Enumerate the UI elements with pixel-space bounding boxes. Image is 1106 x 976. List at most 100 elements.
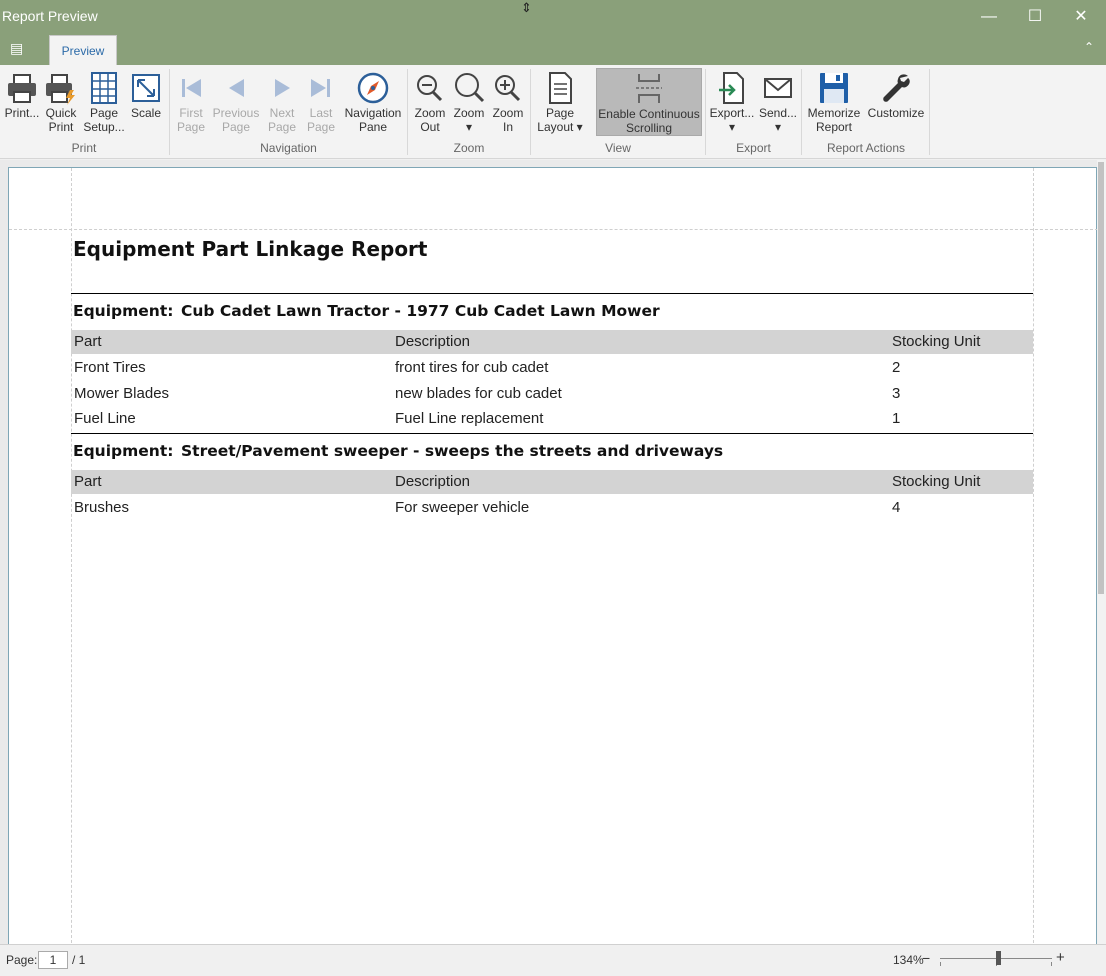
mouse-cursor-icon: ⇕	[521, 0, 532, 15]
close-button[interactable]: ✕	[1058, 0, 1104, 34]
vertical-scrollbar[interactable]	[1097, 160, 1106, 944]
previous-page-button[interactable]: Previous Page	[212, 68, 260, 140]
column-part: Part	[74, 333, 102, 350]
group-navigation-label: Navigation	[260, 141, 317, 155]
last-page-label: Last Page	[306, 106, 336, 134]
zoom-level: 134%	[893, 953, 924, 967]
page-setup-label: Page Setup...	[83, 106, 125, 134]
zoom-plus-button[interactable]: +	[1056, 949, 1065, 966]
zoom-label: Zoom ▾	[453, 106, 485, 134]
first-page-label: First Page	[176, 106, 206, 134]
page-total: / 1	[72, 953, 86, 967]
envelope-icon	[764, 78, 792, 98]
column-description: Description	[395, 473, 471, 490]
group-export-label: Export	[736, 141, 771, 155]
previous-page-icon	[229, 79, 244, 97]
group-print-label: Print	[71, 141, 97, 155]
last-page-icon	[311, 79, 330, 97]
group-zoom-label: Zoom	[453, 141, 485, 155]
stocking-unit-cell: 4	[892, 499, 901, 516]
send-label: Send... ▾	[758, 106, 798, 134]
continuous-scrolling-label: Enable Continuous Scrolling	[598, 107, 700, 135]
print-button[interactable]: Print...	[4, 68, 40, 140]
memorize-report-button[interactable]: Memorize Report	[805, 68, 863, 140]
table-row: Fuel Line Fuel Line replacement 1	[71, 407, 1033, 431]
part-cell: Front Tires	[74, 359, 146, 376]
column-header-row: Part Description Stocking Unit	[71, 470, 1033, 494]
print-label: Print...	[4, 106, 40, 120]
zoom-button[interactable]: Zoom ▾	[450, 68, 488, 140]
ribbon: Print... Quick Print Page Setup... Scale…	[0, 65, 1106, 159]
page-layout-button[interactable]: Page Layout ▾	[533, 68, 587, 140]
export-icon	[719, 72, 744, 104]
preview-area[interactable]: Equipment Part Linkage Report Equipment:…	[0, 160, 1106, 958]
zoom-out-icon	[417, 75, 443, 102]
next-page-icon	[275, 79, 290, 97]
first-page-button[interactable]: First Page	[172, 68, 210, 140]
description-cell: front tires for cub cadet	[395, 359, 549, 376]
equipment-name: Street/Pavement sweeper - sweeps the str…	[181, 442, 724, 460]
stocking-unit-cell: 1	[892, 410, 901, 427]
export-label: Export... ▾	[709, 106, 755, 134]
send-button[interactable]: Send... ▾	[758, 68, 798, 140]
zoom-out-label: Zoom Out	[414, 106, 446, 134]
customize-button[interactable]: Customize	[866, 68, 926, 140]
scrollbar-thumb[interactable]	[1098, 162, 1104, 594]
next-page-button[interactable]: Next Page	[262, 68, 302, 140]
page-label: Page:	[6, 953, 38, 967]
wrench-icon	[883, 74, 910, 102]
part-cell: Brushes	[74, 499, 130, 516]
page-number-input[interactable]: 1	[38, 951, 68, 969]
page-layout-label: Page Layout ▾	[537, 106, 583, 134]
table-row: Front Tires front tires for cub cadet 2	[71, 356, 1033, 380]
page-setup-button[interactable]: Page Setup...	[82, 68, 126, 140]
margin-guide-right	[1033, 168, 1034, 958]
window-title: Report Preview	[2, 8, 98, 24]
part-cell: Fuel Line	[74, 410, 136, 427]
zoom-slider-tick	[940, 962, 941, 966]
stocking-unit-cell: 3	[892, 385, 901, 402]
minimize-button[interactable]: —	[966, 0, 1012, 34]
description-cell: For sweeper vehicle	[395, 499, 530, 516]
quick-print-button[interactable]: Quick Print	[42, 68, 80, 140]
column-stocking-unit: Stocking Unit	[892, 473, 981, 490]
report-page: Equipment Part Linkage Report Equipment:…	[8, 167, 1098, 958]
app-menu-icon[interactable]: ▤	[10, 40, 34, 60]
collapse-ribbon-button[interactable]: ⌃	[1084, 40, 1094, 54]
last-page-button[interactable]: Last Page	[302, 68, 340, 140]
zoom-out-button[interactable]: Zoom Out	[410, 68, 450, 140]
title-bar: Report Preview ⇕ — ☐ ✕	[0, 0, 1106, 34]
equipment-name: Cub Cadet Lawn Tractor - 1977 Cub Cadet …	[181, 302, 660, 320]
tab-preview[interactable]: Preview	[49, 35, 117, 65]
next-page-label: Next Page	[267, 106, 297, 134]
navigation-pane-button[interactable]: Navigation Pane	[342, 68, 404, 140]
group-divider	[929, 69, 930, 155]
continuous-scrolling-toggle[interactable]: Enable Continuous Scrolling	[596, 68, 702, 136]
description-cell: new blades for cub cadet	[395, 385, 562, 402]
group-separator	[71, 293, 1033, 294]
table-row: Brushes For sweeper vehicle 4	[71, 496, 1033, 520]
equipment-label: Equipment:	[73, 442, 174, 460]
navigation-pane-label: Navigation Pane	[344, 106, 402, 134]
zoom-minus-button[interactable]: −	[922, 950, 930, 966]
memorize-report-label: Memorize Report	[807, 106, 861, 134]
save-icon	[820, 73, 848, 103]
maximize-button[interactable]: ☐	[1012, 0, 1058, 34]
equipment-header: Equipment: Cub Cadet Lawn Tractor - 1977 …	[73, 302, 660, 320]
zoom-in-button[interactable]: Zoom In	[488, 68, 528, 140]
page-layout-icon	[549, 72, 572, 104]
compass-icon	[357, 72, 389, 104]
equipment-label: Equipment:	[73, 302, 174, 320]
equipment-header: Equipment: Street/Pavement sweeper - swee…	[73, 442, 723, 460]
margin-guide-left	[71, 168, 72, 958]
ribbon-tab-row: ▤ Preview ⌃	[0, 34, 1106, 65]
part-cell: Mower Blades	[74, 385, 170, 402]
scale-icon	[132, 74, 160, 102]
scale-button[interactable]: Scale	[128, 68, 164, 140]
status-bar: Page: 1 / 1 134% − +	[0, 944, 1106, 976]
group-separator	[71, 433, 1033, 434]
zoom-slider-thumb[interactable]	[996, 951, 1001, 965]
column-header-row: Part Description Stocking Unit	[71, 330, 1033, 354]
export-button[interactable]: Export... ▾	[708, 68, 756, 140]
quick-print-label: Quick Print	[45, 106, 77, 134]
